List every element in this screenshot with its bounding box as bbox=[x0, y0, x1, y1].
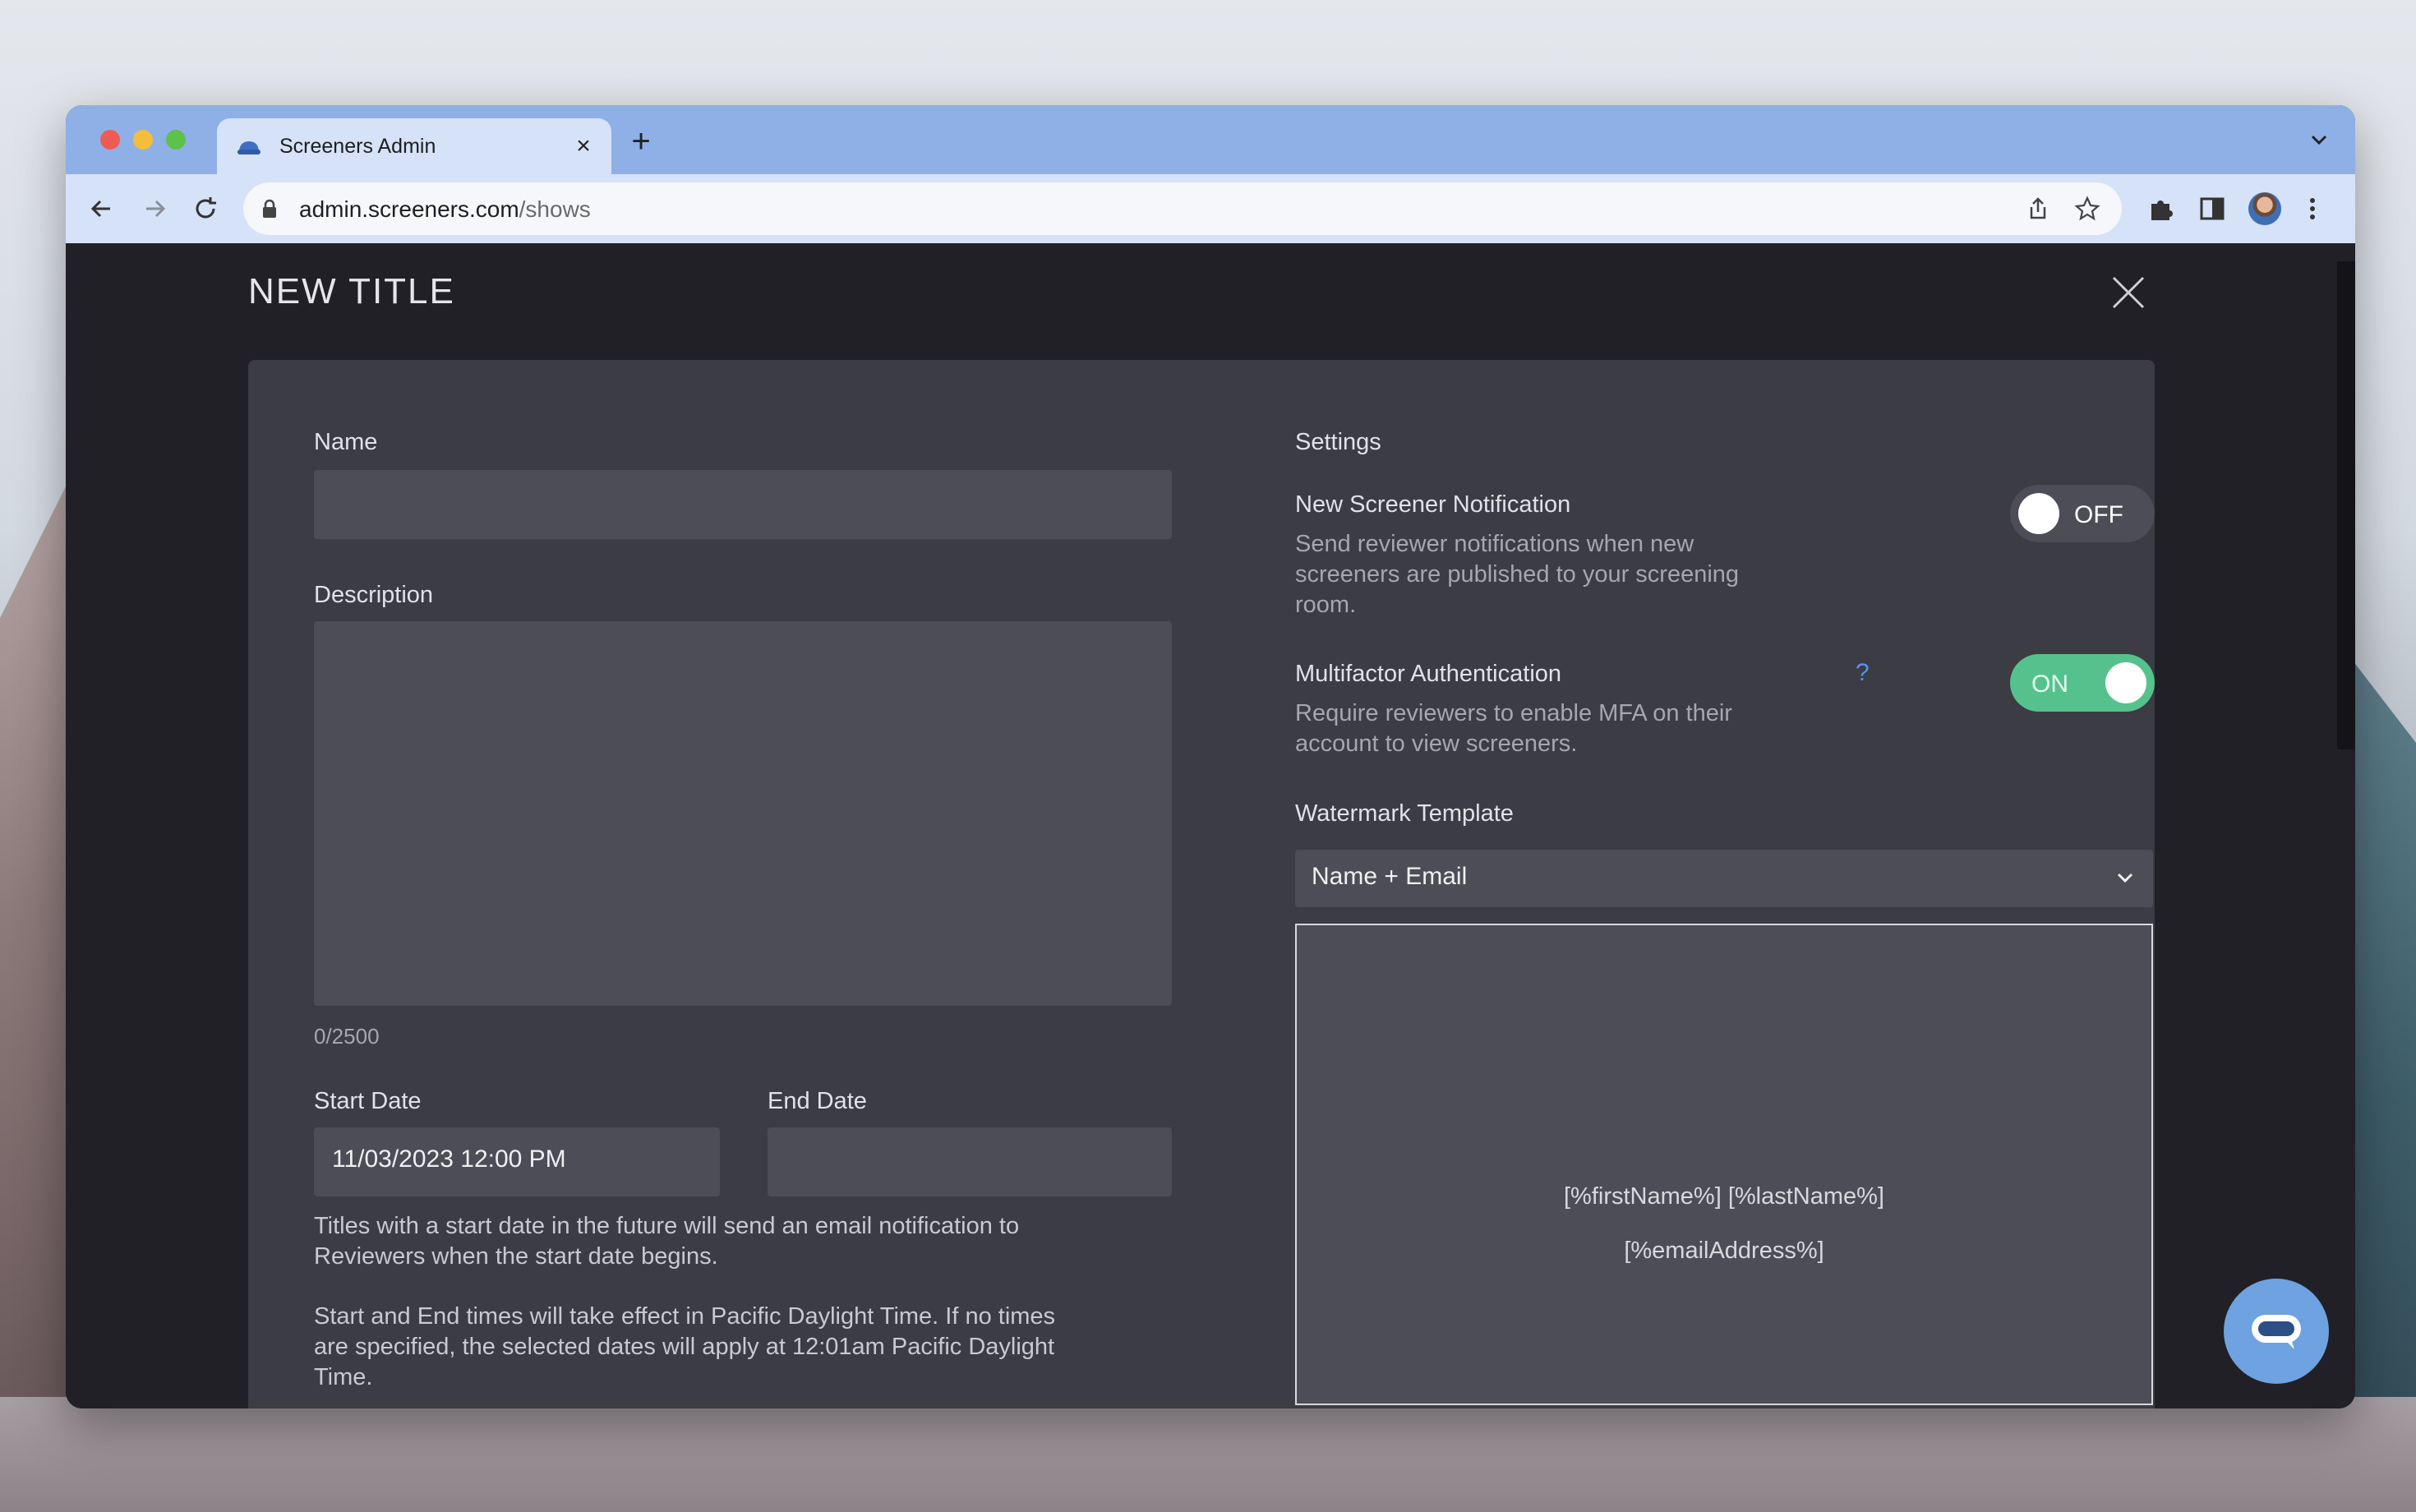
star-icon[interactable] bbox=[2074, 196, 2100, 222]
notification-setting-description: Send reviewer notifications when new scr… bbox=[1295, 529, 1739, 620]
window-minimize-button[interactable] bbox=[133, 130, 153, 150]
chat-support-button[interactable] bbox=[2224, 1279, 2329, 1384]
forward-arrow-icon[interactable] bbox=[138, 192, 171, 225]
tab-close-icon[interactable]: × bbox=[567, 130, 600, 163]
window-zoom-button[interactable] bbox=[166, 130, 186, 150]
start-date-help-text: Titles with a start date in the future w… bbox=[314, 1211, 1019, 1272]
watermark-template-select[interactable]: Name + Email bbox=[1295, 850, 2153, 907]
description-char-count: 0/2500 bbox=[314, 1024, 380, 1049]
description-textarea[interactable] bbox=[314, 621, 1172, 1006]
start-date-value: 11/03/2023 12:00 PM bbox=[332, 1146, 566, 1173]
address-bar[interactable]: admin.screeners.com/shows bbox=[243, 182, 2122, 235]
mfa-setting-description: Require reviewers to enable MFA on their… bbox=[1295, 698, 1732, 759]
tab-strip: Screeners Admin × + bbox=[66, 105, 2355, 174]
description-label: Description bbox=[314, 582, 434, 608]
mfa-setting-title: Multifactor Authentication bbox=[1295, 661, 1562, 687]
sidepanel-icon[interactable] bbox=[2196, 192, 2229, 225]
settings-heading: Settings bbox=[1295, 429, 1381, 455]
tab-favicon-icon bbox=[237, 141, 261, 154]
timezone-help-text: Start and End times will take effect in … bbox=[314, 1302, 1055, 1393]
start-date-label: Start Date bbox=[314, 1088, 422, 1114]
share-icon[interactable] bbox=[2025, 196, 2051, 222]
toggle-state-label: OFF bbox=[2074, 501, 2123, 528]
kebab-menu-icon[interactable] bbox=[2296, 192, 2329, 225]
help-line: Start and End times will take effect in … bbox=[314, 1303, 1056, 1330]
chevron-down-icon bbox=[2117, 873, 2133, 883]
url-text[interactable]: admin.screeners.com/shows bbox=[299, 196, 591, 223]
mfa-help-icon[interactable]: ? bbox=[1856, 659, 1870, 687]
help-line: Titles with a start date in the future w… bbox=[314, 1213, 1020, 1239]
browser-window: Screeners Admin × + admin.screeners.com/… bbox=[66, 105, 2355, 1408]
tab-title: Screeners Admin bbox=[279, 135, 436, 158]
watermark-preview-name: [%firstName%] [%lastName%] bbox=[1564, 1183, 1884, 1210]
toggle-knob bbox=[2105, 662, 2146, 703]
help-line: are specified, the selected dates will a… bbox=[314, 1334, 1055, 1360]
desktop-ground bbox=[0, 1397, 2416, 1512]
desc-line: account to view screeners. bbox=[1295, 731, 1578, 757]
avatar[interactable] bbox=[2248, 192, 2281, 225]
new-title-form-panel: Name Description 0/2500 Start Date 11/03… bbox=[248, 360, 2155, 1408]
help-line: Time. bbox=[314, 1364, 373, 1390]
desc-line: screeners are published to your screenin… bbox=[1295, 561, 1740, 588]
url-path: /shows bbox=[519, 196, 591, 222]
watermark-preview-email: [%emailAddress%] bbox=[1624, 1238, 1824, 1264]
lock-icon[interactable] bbox=[261, 199, 278, 219]
page-content: NEW TITLE Name Description 0/2500 Start … bbox=[66, 243, 2355, 1408]
toggle-knob bbox=[2018, 493, 2059, 534]
desc-line: Send reviewer notifications when new bbox=[1295, 531, 1694, 557]
start-date-input[interactable]: 11/03/2023 12:00 PM bbox=[314, 1127, 720, 1196]
end-date-input[interactable] bbox=[768, 1127, 1172, 1196]
notification-setting-title: New Screener Notification bbox=[1295, 491, 1571, 518]
window-close-button[interactable] bbox=[100, 130, 120, 150]
back-arrow-icon[interactable] bbox=[85, 192, 118, 225]
watermark-template-label: Watermark Template bbox=[1295, 800, 1514, 827]
mfa-toggle[interactable]: ON bbox=[2010, 654, 2155, 712]
plus-icon[interactable]: + bbox=[623, 123, 659, 159]
help-line: Reviewers when the start date begins. bbox=[314, 1243, 718, 1270]
watermark-preview: [%firstName%] [%lastName%] [%emailAddres… bbox=[1295, 924, 2153, 1405]
name-input[interactable] bbox=[314, 470, 1172, 539]
end-date-label: End Date bbox=[768, 1088, 867, 1114]
chat-icon bbox=[2252, 1315, 2301, 1349]
watermark-selected-value: Name + Email bbox=[1312, 863, 1468, 890]
browser-toolbar: admin.screeners.com/shows bbox=[66, 174, 2355, 243]
reload-icon[interactable] bbox=[189, 192, 222, 225]
desc-line: room. bbox=[1295, 592, 1357, 618]
chevron-down-icon[interactable] bbox=[2304, 125, 2334, 154]
close-icon[interactable] bbox=[2110, 274, 2146, 311]
tab-screeners-admin[interactable]: Screeners Admin × bbox=[217, 118, 611, 174]
extensions-icon[interactable] bbox=[2145, 192, 2178, 225]
toggle-state-label: ON bbox=[2031, 671, 2068, 698]
modal-title: NEW TITLE bbox=[248, 271, 455, 311]
notification-toggle[interactable]: OFF bbox=[2010, 485, 2155, 542]
url-domain: admin.screeners.com bbox=[299, 196, 519, 222]
desc-line: Require reviewers to enable MFA on their bbox=[1295, 700, 1732, 726]
page-scrollbar[interactable] bbox=[2337, 261, 2355, 749]
name-label: Name bbox=[314, 429, 378, 455]
